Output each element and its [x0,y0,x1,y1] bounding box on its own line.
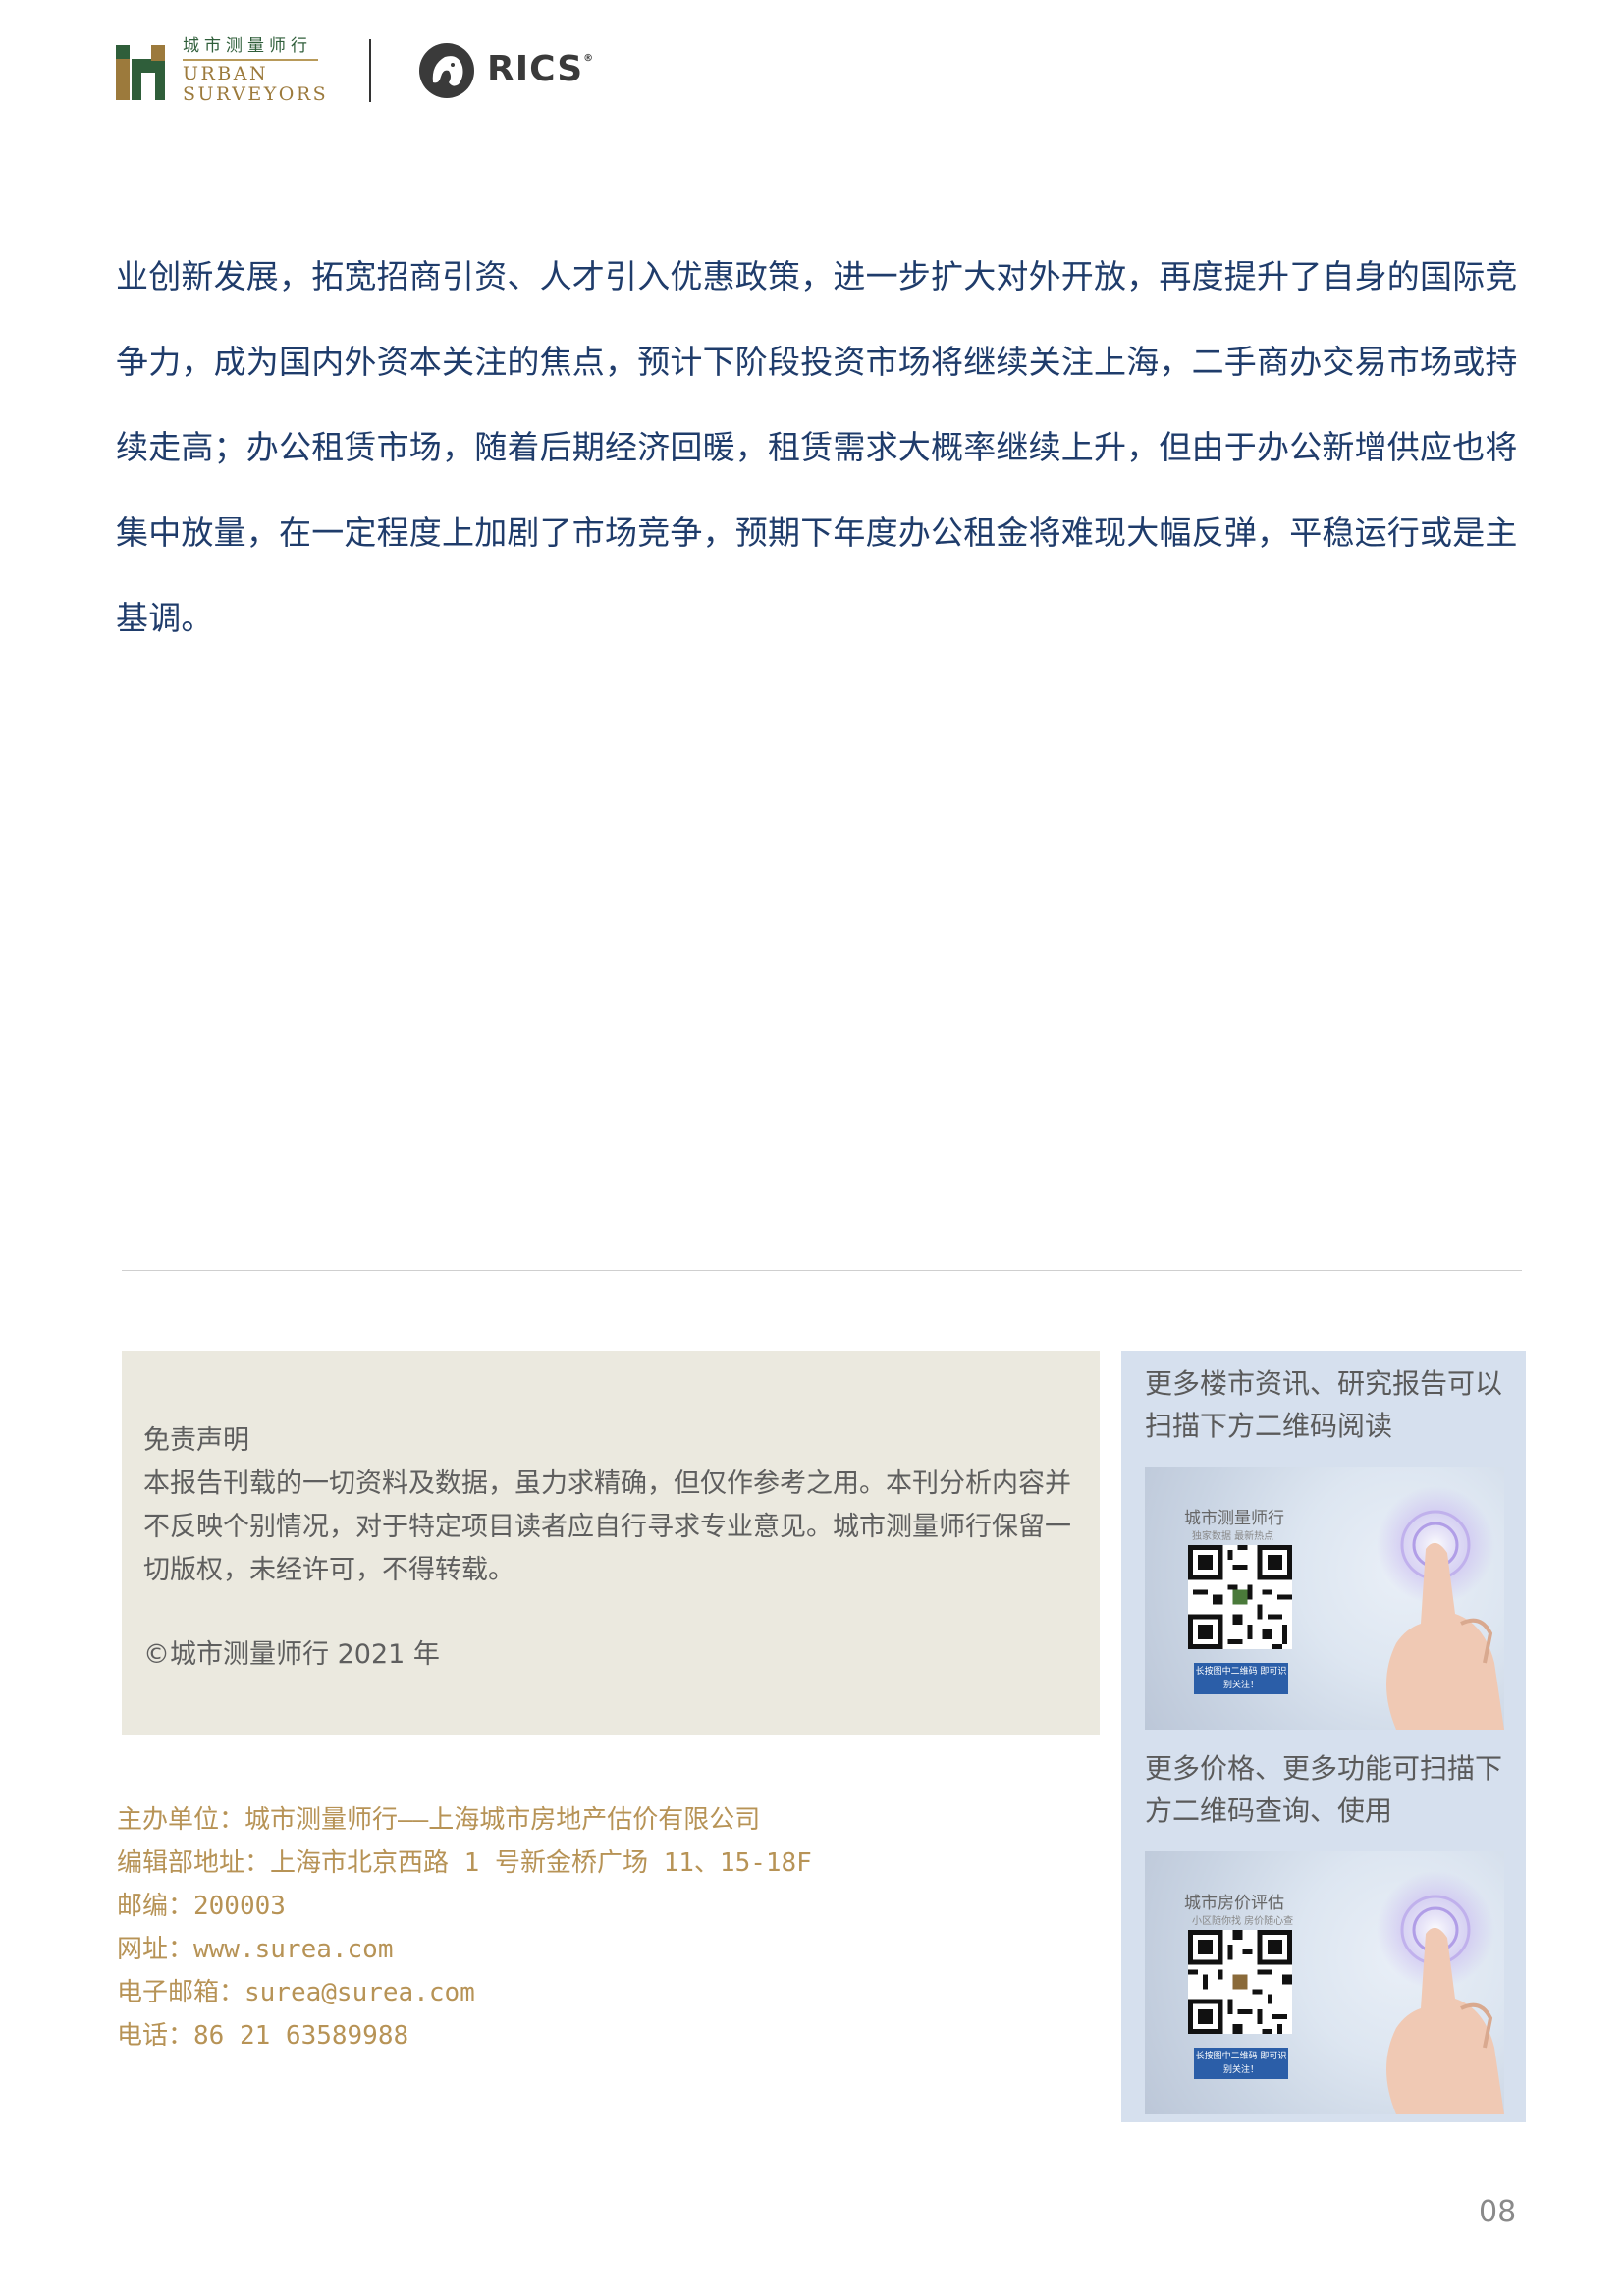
section-divider [122,1270,1522,1271]
phone-line: 电话：86 21 63589988 [117,2021,409,2051]
qr-caption-1: 更多楼市资讯、研究报告可以扫描下方二维码阅读 [1145,1367,1503,1442]
qr-card-2-button: 长按图中二维码 即可识别关注！ [1194,2048,1288,2079]
disclaimer-body: 本报告刊载的一切资料及数据，虽力求精确，但仅作参考之用。本刊分析内容并不反映个别… [143,1468,1071,1585]
body-line: 争力，成为国内外资本关注的焦点，预计下阶段投资市场将继续关注上海，二手商办交易市… [116,343,1518,381]
body-line: 集中放量，在一定程度上加剧了市场竞争，预期下年度办公租金将难现大幅反弹，平稳运行… [116,513,1518,552]
pointing-hand-icon [1377,1871,1504,2114]
rics-wordmark: RICS® [487,49,594,89]
email-line[interactable]: 电子邮箱：surea@surea.com [117,1971,812,2014]
qr-card-2-subtitle: 小区随你找 房价随心查 [1192,1916,1294,1927]
rics-registered-mark: ® [583,53,595,64]
address-line: 编辑部地址：上海市北京西路 1 号新金桥广场 11、15-18F [117,1848,812,1878]
disclaimer-box: 免责声明 本报告刊载的一切资料及数据，虽力求精确，但仅作参考之用。本刊分析内容并… [122,1351,1100,1735]
qr-code-icon[interactable] [1188,1545,1292,1649]
website-line[interactable]: 网址：www.surea.com [117,1928,812,1971]
header-divider [369,39,371,102]
pointing-hand-icon [1377,1486,1504,1730]
qr-panel: 更多楼市资讯、研究报告可以扫描下方二维码阅读 城市测量师行 独家数据 最新热点 [1121,1351,1526,2122]
urban-surveyors-logo-icon [116,45,165,100]
qr-code-icon[interactable] [1188,1930,1292,2034]
rics-text: RICS [487,49,584,89]
rics-lion-logo-icon [419,43,474,98]
qr-caption-2: 更多价格、更多功能可扫描下方二维码查询、使用 [1145,1752,1503,1827]
logo-en-line1: URBAN [183,63,269,84]
qr-card-2: 城市房价评估 小区随你找 房价随心查 长按图中二维码 即可识别关注！ [1145,1851,1504,2114]
copyright-notice: ©城市测量师行 2021 年 [143,1639,440,1670]
qr-card-2-title: 城市房价评估 [1184,1894,1284,1913]
qr-card-1-button: 长按图中二维码 即可识别关注！ [1194,1663,1288,1694]
logo-en-line2: SURVEYORS [183,83,329,105]
qr-card-1-subtitle: 独家数据 最新热点 [1192,1531,1274,1542]
body-line: 基调。 [116,599,214,637]
body-paragraph: 业创新发展，拓宽招商引资、人才引入优惠政策，进一步扩大对外开放，再度提升了自身的… [116,234,1520,661]
disclaimer-title: 免责声明 [143,1425,249,1456]
qr-card-1: 城市测量师行 独家数据 最新热点 长按图中二维码 即可识别关注！ [1145,1467,1504,1730]
contact-info: 主办单位：城市测量师行——上海城市房地产估价有限公司 编辑部地址：上海市北京西路… [117,1798,812,2057]
page-number: 08 [1479,2195,1517,2229]
logo-cn-text: 城市测量师行 [183,36,312,56]
logo-wordmark: 城市测量师行 URBAN SURVEYORS [183,35,438,105]
logo-rule [183,59,318,61]
body-line: 续走高；办公租赁市场，随着后期经济回暖，租赁需求大概率继续上升，但由于办公新增供… [116,428,1518,466]
postcode-line: 邮编：200003 [117,1892,286,1921]
host-line: 主办单位：城市测量师行——上海城市房地产估价有限公司 [117,1805,761,1835]
page-header: 城市测量师行 URBAN SURVEYORS RICS® [116,35,705,106]
body-line: 业创新发展，拓宽招商引资、人才引入优惠政策，进一步扩大对外开放，再度提升了自身的… [116,257,1518,295]
qr-card-1-title: 城市测量师行 [1184,1509,1284,1528]
